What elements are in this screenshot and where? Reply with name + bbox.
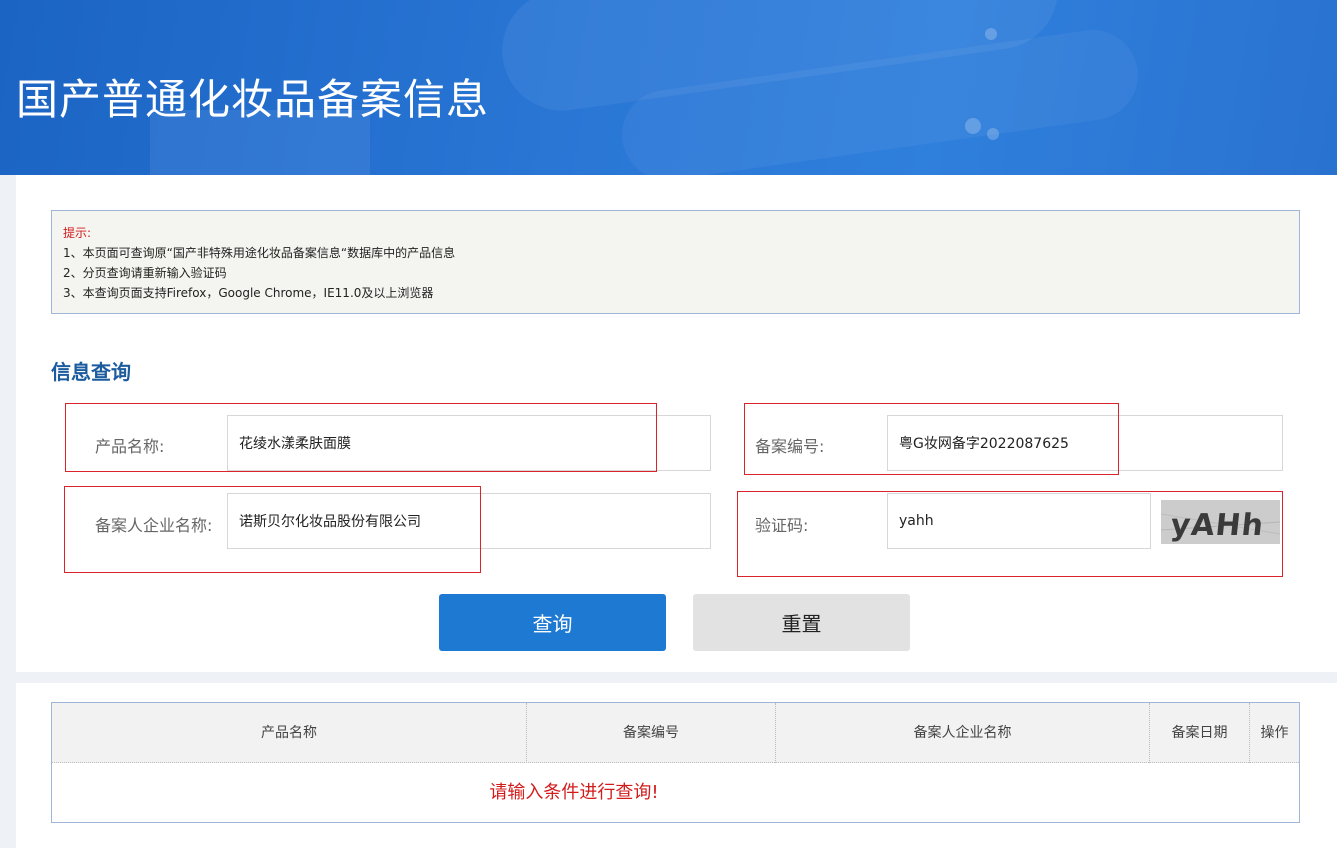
empty-results-message: 请输入条件进行查询!: [489, 782, 659, 803]
header-banner: 国产普通化妆品备案信息: [0, 0, 1337, 175]
results-table: 产品名称 备案编号 备案人企业名称 备案日期 操作 请输入条件进行查询!: [51, 702, 1300, 823]
company-name-label: 备案人企业名称:: [95, 516, 213, 535]
banner-dot: [965, 118, 981, 134]
notice-title: 提示:: [63, 226, 92, 240]
product-name-input[interactable]: [227, 415, 711, 471]
notice-line: 2、分页查询请重新输入验证码: [63, 266, 227, 280]
column-header-product-name: 产品名称: [52, 703, 527, 763]
column-header-record-number: 备案编号: [527, 703, 776, 763]
notice-line: 3、本查询页面支持Firefox，Google Chrome，IE11.0及以上…: [63, 286, 434, 300]
table-header: 产品名称 备案编号 备案人企业名称 备案日期 操作: [52, 703, 1299, 763]
company-name-input[interactable]: [227, 493, 711, 549]
column-header-record-date: 备案日期: [1150, 703, 1250, 763]
captcha-label: 验证码:: [755, 516, 809, 535]
notice-line: 1、本页面可查询原“国产非特殊用途化妆品备案信息“数据库中的产品信息: [63, 246, 456, 260]
section-title: 信息查询: [51, 360, 131, 384]
captcha-text: yAHh: [1169, 508, 1266, 543]
reset-button[interactable]: 重置: [693, 594, 910, 651]
query-button[interactable]: 查询: [439, 594, 666, 651]
page-title: 国产普通化妆品备案信息: [16, 75, 490, 124]
column-header-actions: 操作: [1260, 725, 1289, 741]
column-header-company-name: 备案人企业名称: [776, 703, 1150, 763]
product-name-label: 产品名称:: [95, 437, 165, 456]
banner-dot: [987, 128, 999, 140]
captcha-input[interactable]: [887, 493, 1151, 549]
banner-dot: [985, 28, 997, 40]
record-number-label: 备案编号:: [755, 437, 825, 456]
captcha-image[interactable]: yAHh: [1161, 500, 1280, 544]
notice-box: 提示: 1、本页面可查询原“国产非特殊用途化妆品备案信息“数据库中的产品信息 2…: [51, 210, 1300, 314]
record-number-input[interactable]: [887, 415, 1283, 471]
